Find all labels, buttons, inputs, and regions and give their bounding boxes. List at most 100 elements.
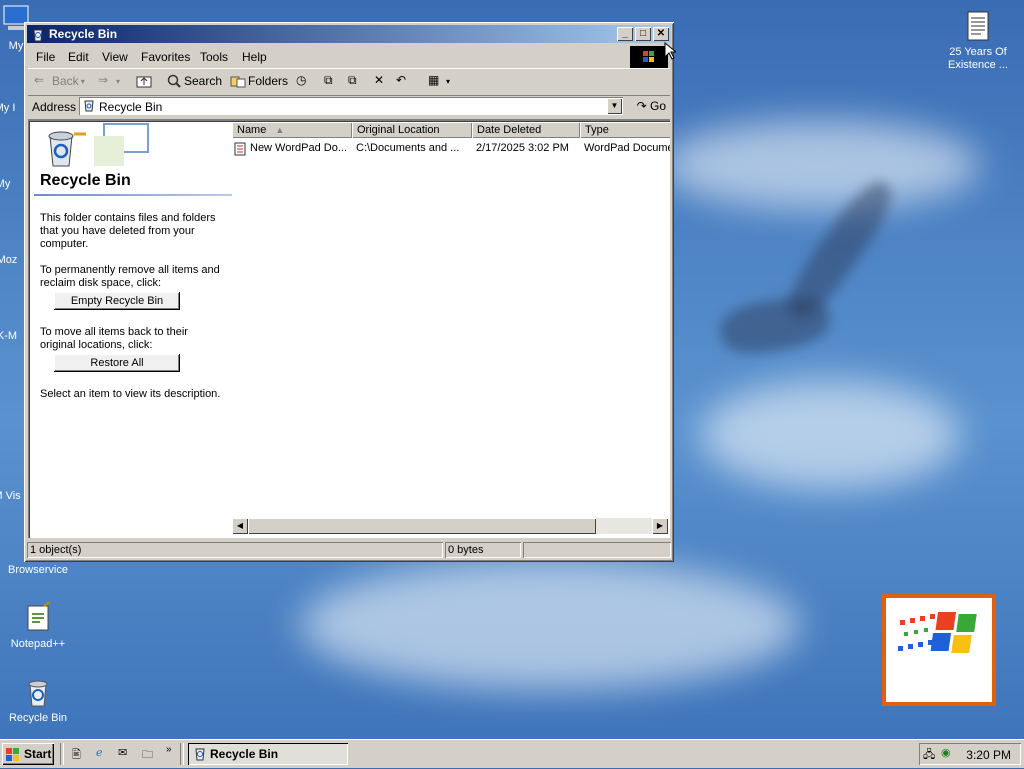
desktop-icon-notepadpp[interactable]: Notepad++ xyxy=(0,601,76,651)
empty-recycle-bin-button[interactable]: Empty Recycle Bin xyxy=(54,292,180,310)
address-label: Address xyxy=(32,100,77,114)
recycle-bin-banner-icon xyxy=(34,122,154,170)
column-header-type[interactable]: Type xyxy=(580,122,670,138)
notepad-icon xyxy=(22,601,54,634)
scroll-left-arrow-icon[interactable]: ◀ xyxy=(232,518,248,534)
tray-app-icon[interactable]: ◉ xyxy=(941,746,951,759)
views-grid-icon: ▦ xyxy=(428,73,440,87)
back-arrow-icon: ⇐ xyxy=(34,73,45,87)
network-tray-icon[interactable]: 🖧 xyxy=(923,746,935,765)
folders-label: Folders xyxy=(248,74,289,88)
file-name: New WordPad Do... xyxy=(250,142,348,154)
taskbar-separator xyxy=(180,743,184,765)
desktop-icon-document[interactable]: 25 Years Of Existence ... xyxy=(940,10,1016,72)
quicklaunch-more-chevron-icon[interactable]: » xyxy=(166,744,172,755)
menu-favorites[interactable]: Favorites xyxy=(141,50,190,64)
chevron-down-icon: ▾ xyxy=(116,76,121,86)
up-folder-button[interactable] xyxy=(136,73,152,89)
history-icon: ◷ xyxy=(296,73,307,87)
restore-prompt: To move all items back to their original… xyxy=(40,326,188,351)
close-button[interactable]: ✕ xyxy=(653,27,669,41)
scroll-right-arrow-icon[interactable]: ▶ xyxy=(652,518,668,534)
back-label: Back xyxy=(52,74,79,88)
recycle-bin-window: Recycle Bin _ □ ✕ File Edit View Favorit… xyxy=(24,22,674,562)
status-zone xyxy=(523,542,671,558)
forward-button[interactable]: ⇒ ▾ xyxy=(98,73,120,89)
document-icon xyxy=(962,10,994,42)
menu-view[interactable]: View xyxy=(102,50,128,64)
standard-toolbar: ⇐ Back ▾ ⇒ ▾ Search Folders ◷ ⧉ ⧉ ✕ ↶ ▦ … xyxy=(28,68,670,96)
window-titlebar[interactable]: Recycle Bin _ □ ✕ xyxy=(27,25,671,43)
web-view-pane: Recycle Bin This folder contains files a… xyxy=(30,122,232,536)
search-label: Search xyxy=(184,74,223,88)
pane-title: Recycle Bin xyxy=(40,172,131,189)
pane-divider xyxy=(34,194,232,196)
show-desktop-icon[interactable]: 🖹 xyxy=(72,746,81,765)
start-button[interactable]: Start xyxy=(2,743,54,765)
menu-tools[interactable]: Tools xyxy=(200,50,228,64)
minimize-button[interactable]: _ xyxy=(617,27,633,41)
mouse-cursor-icon xyxy=(664,41,678,63)
restore-all-button[interactable]: Restore All xyxy=(54,354,180,372)
pane-description: This folder contains files and folders t… xyxy=(40,212,216,250)
column-header-name[interactable]: Name ▲ xyxy=(232,122,352,138)
move-to-button[interactable]: ⧉ xyxy=(324,73,340,89)
taskbar-item-label: Recycle Bin xyxy=(210,747,279,761)
scrollbar-thumb[interactable] xyxy=(248,518,596,534)
recycle-bin-icon xyxy=(30,26,46,42)
explorer-quicklaunch-icon[interactable]: 🗀 xyxy=(142,746,153,765)
copy-to-button[interactable]: ⧉ xyxy=(348,73,364,89)
column-header-date[interactable]: Date Deleted xyxy=(472,122,580,138)
windows-flag-icon xyxy=(6,747,20,769)
menu-help[interactable]: Help xyxy=(242,50,267,64)
taskbar-item-recycle-bin[interactable]: Recycle Bin xyxy=(188,743,348,765)
wallpaper-cloud xyxy=(660,120,980,210)
go-label: Go xyxy=(649,99,666,113)
up-folder-icon xyxy=(136,73,152,89)
views-button[interactable]: ▦ ▾ xyxy=(428,73,450,89)
back-button[interactable]: ⇐ Back ▾ xyxy=(34,73,85,89)
file-list: Name ▲ Original Location Date Deleted Ty… xyxy=(232,122,670,536)
window-title: Recycle Bin xyxy=(49,27,118,41)
search-icon xyxy=(166,73,182,89)
history-button[interactable]: ◷ xyxy=(296,73,312,89)
recycle-bin-icon xyxy=(22,676,54,708)
column-header-location[interactable]: Original Location xyxy=(352,122,472,138)
empty-prompt: To permanently remove all items and recl… xyxy=(40,264,220,289)
address-bar: Address Recycle Bin ▼ ↷ Go xyxy=(28,95,670,120)
horizontal-scrollbar[interactable]: ◀ ▶ xyxy=(232,518,668,534)
desktop-icon-recycle-bin[interactable]: Recycle Bin xyxy=(0,676,76,725)
pane-hint: Select an item to view its description. xyxy=(40,388,221,400)
clock[interactable]: 3:20 PM xyxy=(966,748,1011,762)
undo-button[interactable]: ↶ xyxy=(396,73,412,89)
desktop-icon-label: 25 Years Of Existence ... xyxy=(948,46,1008,71)
chevron-down-icon: ▾ xyxy=(446,76,451,86)
desktop-icon-browservice[interactable]: Browservice xyxy=(0,564,76,577)
address-input[interactable]: Recycle Bin ▼ xyxy=(79,97,623,115)
start-label: Start xyxy=(24,747,52,761)
file-type: WordPad Docume xyxy=(584,142,670,154)
file-date: 2/17/2025 3:02 PM xyxy=(476,142,569,154)
address-dropdown-button[interactable]: ▼ xyxy=(607,98,622,114)
menu-file[interactable]: File xyxy=(36,50,55,64)
outlook-express-icon[interactable]: ✉ xyxy=(118,746,127,759)
status-object-count: 1 object(s) xyxy=(27,542,443,558)
maximize-button[interactable]: □ xyxy=(635,27,651,41)
wallpaper-cloud xyxy=(300,560,800,690)
go-button[interactable]: ↷ Go xyxy=(637,99,666,113)
folders-icon xyxy=(230,73,246,89)
folders-button[interactable]: Folders xyxy=(230,73,288,89)
delete-button[interactable]: ✕ xyxy=(374,73,390,89)
wallpaper-cloud xyxy=(700,380,960,490)
status-size: 0 bytes xyxy=(445,542,521,558)
menu-edit[interactable]: Edit xyxy=(68,50,89,64)
internet-explorer-icon[interactable]: ℯ xyxy=(96,746,103,759)
desktop-icon-label: Recycle Bin xyxy=(8,712,68,724)
move-to-icon: ⧉ xyxy=(324,73,333,87)
menu-bar: File Edit View Favorites Tools Help xyxy=(28,46,670,66)
delete-x-icon: ✕ xyxy=(374,73,385,87)
forward-arrow-icon: ⇒ xyxy=(98,73,109,87)
recycle-bin-icon xyxy=(192,746,208,769)
search-button[interactable]: Search xyxy=(166,73,222,89)
copy-to-icon: ⧉ xyxy=(348,73,357,87)
